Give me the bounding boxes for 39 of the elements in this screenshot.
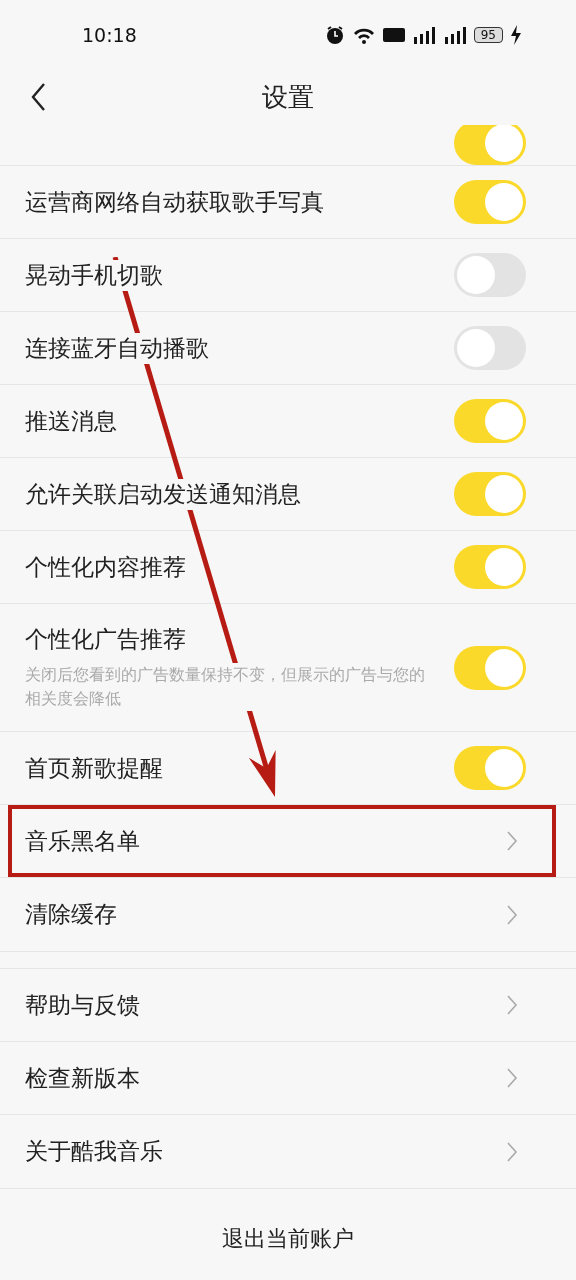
page-title: 设置 <box>262 81 314 114</box>
settings-row[interactable]: 个性化内容推荐 <box>0 531 576 604</box>
toggle-switch[interactable] <box>454 253 526 297</box>
settings-row[interactable]: 首页新歌提醒 <box>0 732 576 805</box>
settings-row[interactable]: 晃动手机切歌 <box>0 239 576 312</box>
settings-row[interactable]: 帮助与反馈 <box>0 969 576 1042</box>
signal-icon <box>442 25 467 45</box>
settings-row[interactable]: 推送消息 <box>0 385 576 458</box>
settings-row[interactable]: 个性化广告推荐 关闭后您看到的广告数量保持不变，但展示的广告与您的相关度会降低 <box>0 604 576 732</box>
toggle-switch[interactable] <box>454 746 526 790</box>
chevron-icon <box>506 994 518 1016</box>
chevron-icon <box>506 830 518 852</box>
toggle-switch[interactable] <box>454 472 526 516</box>
back-icon <box>30 82 48 112</box>
toggle-switch[interactable] <box>454 326 526 370</box>
toggle-switch[interactable] <box>454 399 526 443</box>
alarm-icon <box>324 25 345 45</box>
settings-row[interactable]: 运营商网络自动获取歌手写真 <box>0 166 576 239</box>
signal-icon <box>411 25 436 45</box>
toggle-switch[interactable] <box>454 645 526 690</box>
toggle-switch[interactable] <box>454 545 526 589</box>
toggle-switch[interactable] <box>454 180 526 224</box>
toggle-switch[interactable] <box>454 125 526 165</box>
logout-button[interactable]: 退出当前账户 <box>216 1223 360 1255</box>
chevron-icon <box>506 1067 518 1089</box>
setting-label: 连接蓝牙自动播歌 <box>25 332 209 364</box>
charging-icon <box>510 25 522 45</box>
chevron-icon <box>506 1140 518 1163</box>
settings-row[interactable]: 检查新版本 <box>0 1042 576 1115</box>
battery-level: 95 <box>473 27 503 43</box>
settings-row[interactable]: 关于酷我音乐 <box>0 1115 576 1188</box>
setting-label: 允许关联启动发送通知消息 <box>25 478 301 510</box>
setting-label: 晃动手机切歌 <box>25 259 163 291</box>
settings-row[interactable]: 允许关联启动发送通知消息 <box>0 458 576 531</box>
status-time: 10:18 <box>82 24 137 46</box>
settings-row[interactable]: 清除缓存 <box>0 878 576 951</box>
settings-row[interactable]: 音乐黑名单 <box>0 805 576 878</box>
chevron-icon <box>506 903 518 926</box>
settings-row[interactable]: 连接蓝牙自动播歌 <box>0 312 576 385</box>
